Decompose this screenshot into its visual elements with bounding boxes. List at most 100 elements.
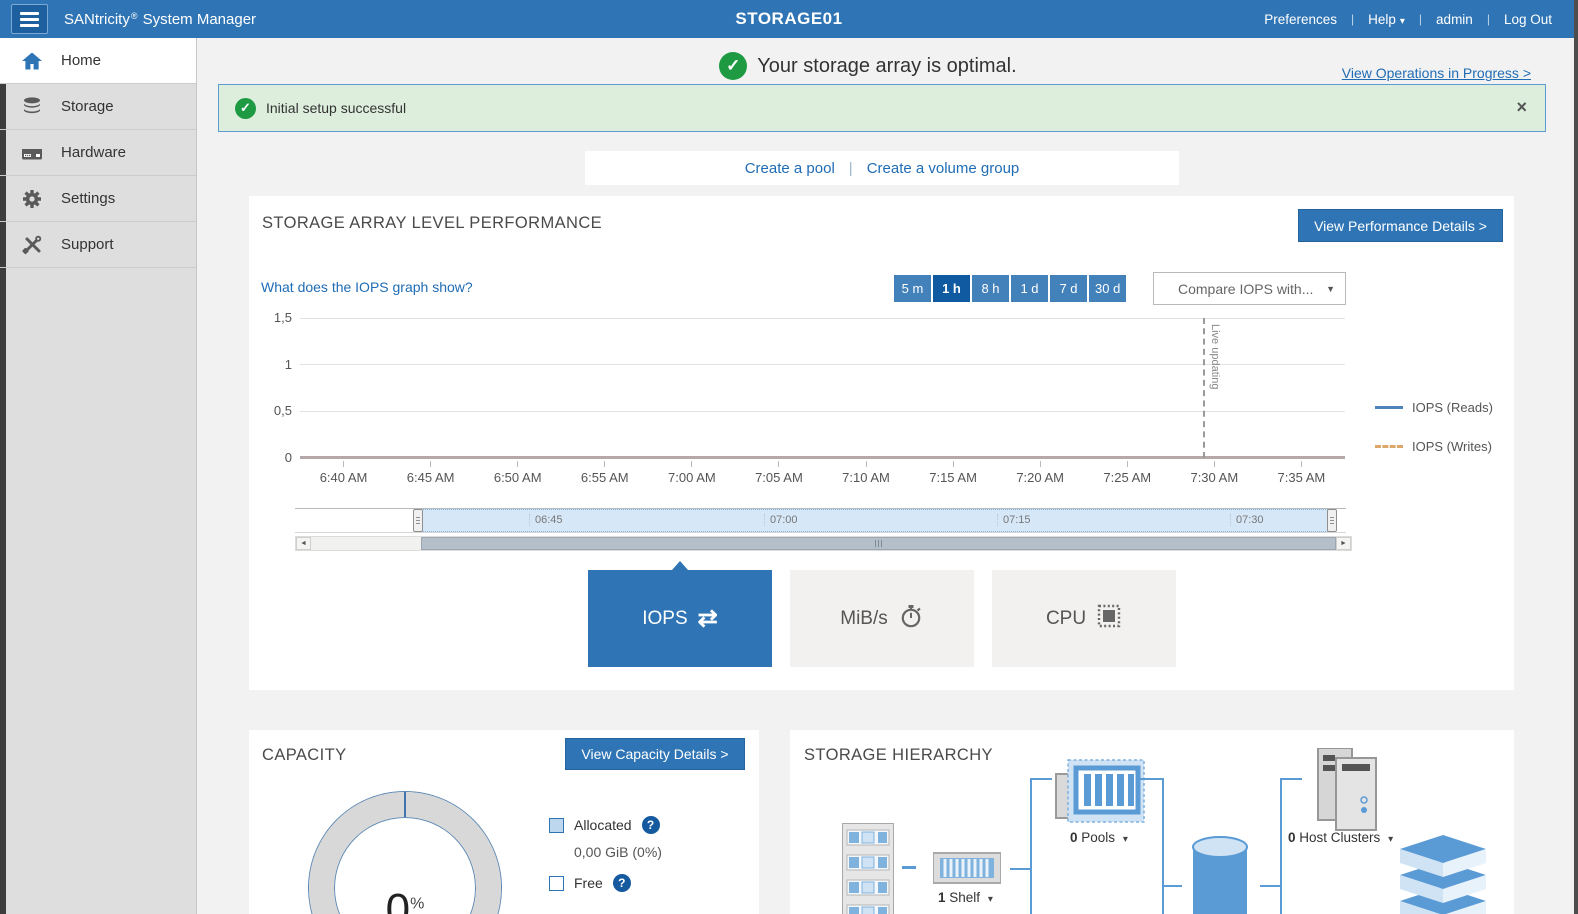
x-axis-labels: 6:40 AM 6:45 AM 6:50 AM 6:55 AM 7:00 AM …	[300, 461, 1345, 485]
shelf-count: 1	[938, 890, 946, 905]
connector-line	[1162, 885, 1182, 887]
help-menu[interactable]: Help▾	[1368, 12, 1405, 27]
chart-navigator[interactable]: 06:45 07:00 07:15 07:30	[295, 508, 1346, 533]
array-status: ✓ Your storage array is optimal.	[198, 50, 1538, 82]
x-axis-tick: 7:00 AM	[668, 470, 716, 485]
view-operations-link[interactable]: View Operations in Progress >	[1342, 65, 1531, 81]
create-pool-link[interactable]: Create a pool	[745, 160, 835, 177]
range-button-30d[interactable]: 30 d	[1089, 275, 1126, 302]
separator: |	[1419, 12, 1422, 26]
host-clusters-dropdown[interactable]: 0 Host Clusters ▾	[1288, 830, 1393, 845]
navigator-time-label: 07:30	[1230, 514, 1264, 526]
iops-graph-help-link[interactable]: What does the IOPS graph show?	[261, 279, 473, 295]
x-axis-tick: 7:20 AM	[1016, 470, 1064, 485]
chart-legend: IOPS (Reads) IOPS (Writes)	[1375, 400, 1493, 478]
navigator-right-handle[interactable]	[1327, 509, 1337, 532]
main-content: ✓ Your storage array is optimal. View Op…	[198, 38, 1578, 914]
topbar-links: Preferences | Help▾ | admin | Log Out	[1264, 0, 1552, 38]
navigator-left-handle[interactable]	[413, 509, 423, 532]
y-axis-tick: 1,5	[254, 310, 292, 325]
x-axis-tick: 7:05 AM	[755, 470, 803, 485]
connector-line	[902, 866, 916, 869]
donut-center-text: 0% Free	[345, 885, 465, 914]
scroll-right-arrow[interactable]: ►	[1336, 537, 1351, 550]
x-axis-tick: 7:35 AM	[1278, 470, 1326, 485]
free-help-icon[interactable]: ?	[613, 874, 631, 892]
sidebar-item-storage[interactable]: Storage	[0, 84, 196, 130]
logout-link[interactable]: Log Out	[1504, 12, 1552, 27]
separator: |	[1351, 12, 1354, 26]
caret-down-icon: ▾	[1123, 834, 1128, 845]
gear-icon	[20, 187, 44, 211]
metric-tab-mibs[interactable]: MiB/s	[790, 570, 974, 667]
sidebar-item-home[interactable]: Home	[0, 38, 196, 84]
writes-line-swatch	[1375, 445, 1403, 448]
free-label: Free	[574, 875, 603, 891]
array-rack-icon	[842, 823, 894, 914]
window-right-edge	[1574, 0, 1578, 914]
sidebar-item-settings[interactable]: Settings	[0, 176, 196, 222]
percent-sign: %	[410, 895, 424, 912]
shelf-dropdown[interactable]: 1 Shelf ▾	[938, 890, 993, 905]
free-legend-row: Free ?	[549, 874, 662, 892]
sidebar-item-label: Settings	[61, 190, 115, 207]
home-icon	[20, 49, 44, 73]
x-tick	[343, 461, 344, 467]
connector-bracket	[1162, 778, 1164, 914]
hardware-icon	[20, 141, 44, 165]
legend-label: IOPS (Writes)	[1412, 439, 1492, 454]
sidebar-nav: Home Storage Hardware Settings Support	[0, 38, 197, 914]
range-button-1d[interactable]: 1 d	[1011, 275, 1048, 302]
scroll-left-arrow[interactable]: ◄	[296, 537, 311, 550]
chart-scrollbar[interactable]: ◄ ►	[295, 536, 1352, 551]
allocated-help-icon[interactable]: ?	[642, 816, 660, 834]
navigator-time-label: 07:15	[997, 514, 1031, 526]
create-volume-group-link[interactable]: Create a volume group	[867, 160, 1020, 177]
banner-close-icon[interactable]: ×	[1516, 97, 1527, 117]
range-button-7d[interactable]: 7 d	[1050, 275, 1087, 302]
compare-iops-dropdown[interactable]: Compare IOPS with... ▼	[1153, 272, 1346, 305]
range-button-5m[interactable]: 5 m	[894, 275, 931, 302]
sidebar-item-label: Support	[61, 236, 114, 253]
allocated-label: Allocated	[574, 817, 632, 833]
metric-tab-iops[interactable]: IOPS ⇄	[588, 570, 772, 667]
navigator-time-label: 06:45	[529, 514, 563, 526]
capacity-card: CAPACITY View Capacity Details > 0% Free…	[249, 730, 759, 914]
caret-down-icon: ▾	[1388, 834, 1393, 845]
view-performance-details-button[interactable]: View Performance Details >	[1298, 209, 1503, 242]
y-axis-tick: 1	[254, 357, 292, 372]
support-tools-icon	[20, 233, 44, 257]
x-axis-baseline	[300, 456, 1345, 459]
time-range-selector: 5 m 1 h 8 h 1 d 7 d 30 d	[894, 275, 1126, 302]
y-axis-tick: 0	[254, 450, 292, 465]
x-axis-tick: 6:45 AM	[407, 470, 455, 485]
caret-down-icon: ▾	[988, 894, 993, 905]
preferences-link[interactable]: Preferences	[1264, 12, 1337, 27]
allocated-legend-row: Allocated ?	[549, 816, 662, 834]
banner-message: Initial setup successful	[266, 100, 406, 116]
swap-arrows-icon: ⇄	[698, 604, 718, 633]
view-capacity-details-button[interactable]: View Capacity Details >	[565, 738, 745, 770]
compare-dropdown-value: Compare IOPS with...	[1178, 281, 1313, 297]
sidebar-item-label: Hardware	[61, 144, 126, 161]
iops-chart-plot-area: Live updating	[300, 318, 1345, 458]
sidebar-item-label: Home	[61, 52, 101, 69]
range-button-8h[interactable]: 8 h	[972, 275, 1009, 302]
metric-tab-cpu[interactable]: CPU	[992, 570, 1176, 667]
metric-tab-label: IOPS	[642, 608, 687, 630]
navigator-selection[interactable]: 06:45 07:00 07:15 07:30	[418, 509, 1332, 532]
x-axis-tick: 6:40 AM	[320, 470, 368, 485]
scrollbar-thumb[interactable]	[421, 537, 1336, 550]
sidebar-item-hardware[interactable]: Hardware	[0, 130, 196, 176]
storage-hierarchy-card: STORAGE HIERARCHY 1 Shelf ▾	[790, 730, 1514, 914]
pools-dropdown[interactable]: 0 Pools ▾	[1070, 830, 1128, 845]
workload-stack-icon	[1400, 835, 1486, 914]
setup-success-banner: ✓ Initial setup successful ×	[218, 84, 1546, 132]
pools-icon	[1054, 758, 1146, 831]
shelf-icon	[933, 850, 1001, 891]
sidebar-item-support[interactable]: Support	[0, 222, 196, 268]
allocated-swatch	[549, 818, 564, 833]
range-button-1h[interactable]: 1 h	[933, 275, 970, 302]
host-clusters-icon	[1312, 748, 1382, 837]
performance-card-title: STORAGE ARRAY LEVEL PERFORMANCE	[262, 214, 602, 233]
